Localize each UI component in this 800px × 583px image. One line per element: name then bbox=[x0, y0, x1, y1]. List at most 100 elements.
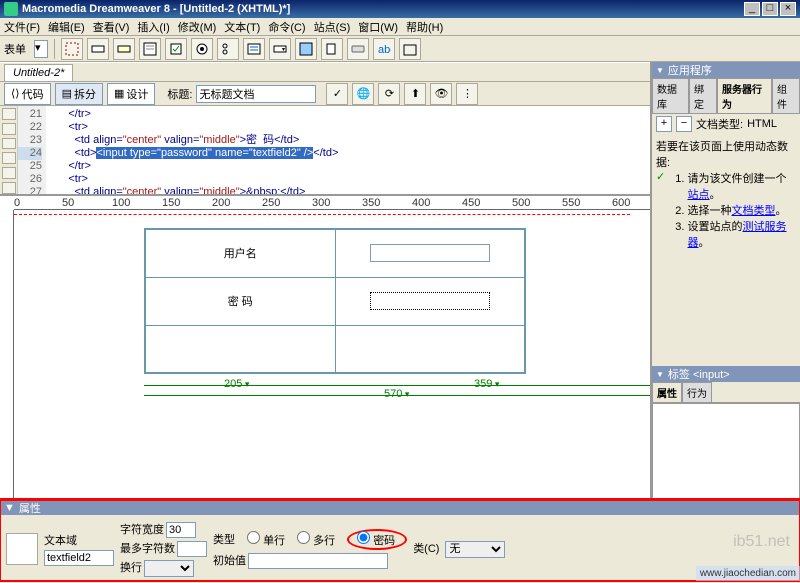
doc-type-label: 文档类型: bbox=[696, 116, 743, 132]
layout-table[interactable]: 用户名 密 码 bbox=[144, 228, 526, 374]
properties-header[interactable]: ▼ 属性 bbox=[0, 501, 800, 515]
view-options-icon[interactable]: 👁 bbox=[430, 83, 452, 105]
menu-file[interactable]: 文件(F) bbox=[4, 19, 40, 35]
tag-panel-header[interactable]: ▼ 标签 <input> bbox=[652, 366, 800, 382]
tab-behaviors[interactable]: 行为 bbox=[682, 382, 712, 402]
tab-attributes[interactable]: 属性 bbox=[652, 382, 682, 402]
type-password-radio[interactable]: 密码 bbox=[357, 531, 395, 548]
tab-database[interactable]: 数据库 bbox=[652, 78, 689, 113]
table-row: 密 码 bbox=[145, 277, 525, 325]
view-split-button[interactable]: ▤拆分 bbox=[55, 83, 103, 105]
menu-commands[interactable]: 命令(C) bbox=[268, 19, 305, 35]
app-icon bbox=[4, 2, 18, 16]
design-view[interactable]: 050100150200250300350400450500550600 用户名… bbox=[0, 196, 650, 509]
app-panel-header[interactable]: ▼ 应用程序 bbox=[652, 62, 800, 78]
image-field-icon[interactable] bbox=[295, 38, 317, 60]
password-input-cell[interactable] bbox=[335, 277, 525, 325]
menu-help[interactable]: 帮助(H) bbox=[406, 19, 443, 35]
tab-server-behaviors[interactable]: 服务器行为 bbox=[717, 78, 772, 113]
init-val-input[interactable] bbox=[248, 553, 388, 569]
list-menu-icon[interactable] bbox=[243, 38, 265, 60]
form-boundary bbox=[14, 214, 630, 215]
username-input[interactable] bbox=[370, 244, 490, 262]
doc-type-value: HTML bbox=[747, 118, 777, 130]
username-input-cell[interactable] bbox=[335, 229, 525, 277]
field-name-input[interactable] bbox=[44, 550, 114, 566]
collapse-icon: ▼ bbox=[656, 370, 664, 379]
refresh-icon[interactable]: ⟳ bbox=[378, 83, 400, 105]
menu-modify[interactable]: 修改(M) bbox=[178, 19, 217, 35]
field-type-label: 文本域 bbox=[44, 532, 114, 548]
form-icon[interactable] bbox=[61, 38, 83, 60]
button-icon[interactable] bbox=[347, 38, 369, 60]
type-label: 类型 bbox=[213, 531, 235, 547]
maximize-button[interactable]: □ bbox=[762, 2, 778, 16]
jump-menu-icon[interactable] bbox=[269, 38, 291, 60]
file-field-icon[interactable] bbox=[321, 38, 343, 60]
textfield-type-icon bbox=[6, 533, 38, 565]
view-code-button[interactable]: ⟨⟩代码 bbox=[4, 83, 51, 105]
char-width-input[interactable] bbox=[166, 522, 196, 538]
menu-view[interactable]: 查看(V) bbox=[93, 19, 130, 35]
line-numbers: 2122232425262728 bbox=[18, 106, 46, 194]
radio-group-icon[interactable] bbox=[217, 38, 239, 60]
username-label-cell[interactable]: 用户名 bbox=[145, 229, 335, 277]
doctype-link[interactable]: 文档类型 bbox=[732, 205, 776, 217]
properties-title: 属性 bbox=[19, 500, 41, 516]
password-input[interactable] bbox=[370, 292, 490, 310]
remove-behavior-button[interactable]: − bbox=[676, 116, 692, 132]
visual-aids-icon[interactable]: ⋮ bbox=[456, 83, 478, 105]
password-label-cell[interactable]: 密 码 bbox=[145, 277, 335, 325]
menu-text[interactable]: 文本(T) bbox=[224, 19, 260, 35]
doc-title-input[interactable] bbox=[196, 85, 316, 103]
collapse-icon[interactable] bbox=[2, 123, 16, 135]
step-3: 设置站点的测试服务器。 bbox=[688, 218, 797, 250]
expand-icon[interactable] bbox=[2, 138, 16, 150]
app-panel-title: 应用程序 bbox=[668, 62, 712, 78]
menu-window[interactable]: 窗口(W) bbox=[358, 19, 398, 35]
add-behavior-button[interactable]: + bbox=[656, 116, 672, 132]
line-numbers-icon[interactable] bbox=[2, 167, 16, 179]
file-mgmt-icon[interactable]: ⬆ bbox=[404, 83, 426, 105]
checkbox-icon[interactable] bbox=[165, 38, 187, 60]
fieldset-icon[interactable] bbox=[399, 38, 421, 60]
close-button[interactable]: × bbox=[780, 2, 796, 16]
tab-components[interactable]: 组件 bbox=[772, 78, 800, 113]
browser-preview-icon[interactable]: 🌐 bbox=[352, 83, 374, 105]
textfield-icon[interactable] bbox=[87, 38, 109, 60]
label-icon[interactable]: abc bbox=[373, 38, 395, 60]
toolbar-category-label: 表单 bbox=[4, 41, 26, 57]
select-parent-icon[interactable] bbox=[2, 152, 16, 164]
max-chars-input[interactable] bbox=[177, 541, 207, 557]
menu-site[interactable]: 站点(S) bbox=[314, 19, 351, 35]
radio-icon[interactable] bbox=[191, 38, 213, 60]
empty-cell[interactable] bbox=[145, 325, 335, 373]
tab-bindings[interactable]: 绑定 bbox=[689, 78, 717, 113]
hidden-field-icon[interactable] bbox=[113, 38, 135, 60]
ruler-vertical bbox=[0, 210, 14, 509]
document-tab[interactable]: Untitled-2* bbox=[4, 64, 73, 81]
site-link[interactable]: 站点 bbox=[688, 189, 710, 201]
menu-edit[interactable]: 编辑(E) bbox=[48, 19, 85, 35]
wrap-select[interactable] bbox=[144, 560, 194, 577]
type-multi-radio[interactable]: 多行 bbox=[297, 531, 335, 548]
code-text[interactable]: </tr> <tr> <td align="center" valign="mi… bbox=[46, 106, 650, 194]
empty-cell[interactable] bbox=[335, 325, 525, 373]
view-design-button[interactable]: ▦设计 bbox=[107, 83, 155, 105]
textarea-icon[interactable] bbox=[139, 38, 161, 60]
wrap-label: 换行 bbox=[120, 562, 142, 574]
menu-insert[interactable]: 插入(I) bbox=[137, 19, 169, 35]
highlight-invalid-icon[interactable] bbox=[2, 182, 16, 194]
insert-toolbar: 表单 ▾ abc bbox=[0, 36, 800, 62]
open-documents-icon[interactable] bbox=[2, 108, 16, 120]
panel-intro: 若要在该页面上使用动态数据: bbox=[656, 138, 796, 170]
code-toolbar bbox=[0, 106, 18, 194]
class-select[interactable]: 无 bbox=[445, 541, 505, 558]
toolbar-category-dropdown[interactable]: ▾ bbox=[34, 40, 48, 58]
type-password-highlight: 密码 bbox=[347, 529, 407, 550]
minimize-button[interactable]: _ bbox=[744, 2, 760, 16]
validate-icon[interactable]: ✓ bbox=[326, 83, 348, 105]
collapse-icon: ▼ bbox=[4, 502, 15, 514]
type-single-radio[interactable]: 单行 bbox=[247, 531, 285, 548]
code-view[interactable]: 2122232425262728 </tr> <tr> <td align="c… bbox=[0, 106, 650, 196]
